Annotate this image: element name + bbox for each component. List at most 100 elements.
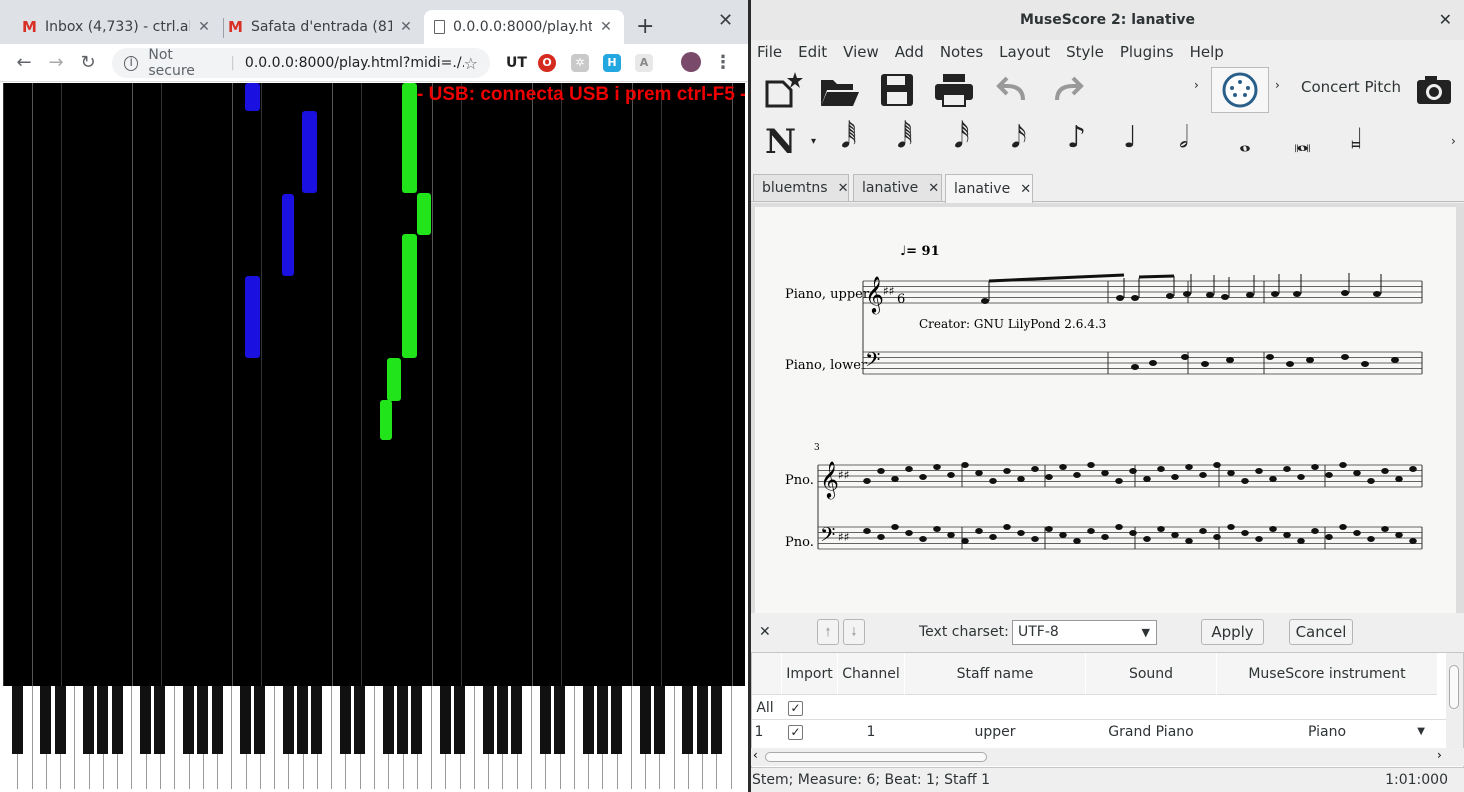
- score-notation[interactable]: ♩= 91 Piano, upper Piano, lower Creator:…: [755, 207, 1456, 613]
- notehead[interactable]: [891, 524, 899, 530]
- notehead[interactable]: [1116, 295, 1124, 301]
- black-key[interactable]: [154, 686, 166, 754]
- move-down-button[interactable]: 🠗: [843, 619, 865, 645]
- notehead[interactable]: [1185, 538, 1193, 544]
- notehead[interactable]: [1115, 524, 1123, 530]
- piano-keyboard[interactable]: [3, 686, 745, 789]
- notehead[interactable]: [1339, 462, 1347, 468]
- notation-glyph[interactable]: 𝄞: [820, 460, 839, 499]
- black-key[interactable]: [653, 686, 665, 754]
- menu-view[interactable]: View: [843, 43, 879, 61]
- notehead[interactable]: [1269, 476, 1277, 482]
- tab-play[interactable]: 0.0.0.0:8000/play.ht ✕: [424, 10, 624, 44]
- note-quarter-icon[interactable]: ♩: [1123, 120, 1137, 155]
- col-channel[interactable]: Channel: [838, 653, 904, 695]
- note-breve-icon[interactable]: 𝅜: [1294, 124, 1311, 159]
- notehead[interactable]: [947, 472, 955, 478]
- notehead[interactable]: [1271, 291, 1279, 297]
- print-icon[interactable]: [933, 72, 975, 108]
- notehead[interactable]: [891, 476, 899, 482]
- notehead[interactable]: [877, 534, 885, 540]
- address-bar[interactable]: i Not secure | 0.0.0.0:8000/play.html?mi…: [112, 47, 490, 79]
- menu-edit[interactable]: Edit: [798, 43, 827, 61]
- note-eighth-icon[interactable]: ♪: [1067, 120, 1086, 155]
- notehead[interactable]: [1293, 291, 1301, 297]
- notehead[interactable]: [1353, 470, 1361, 476]
- close-panel-icon[interactable]: ✕: [759, 624, 771, 640]
- notehead[interactable]: [1206, 292, 1214, 298]
- notehead[interactable]: [1339, 524, 1347, 530]
- notation-glyph[interactable]: 𝄢: [865, 348, 880, 376]
- extension-gear-icon[interactable]: ✲: [571, 54, 589, 72]
- notehead[interactable]: [1241, 530, 1249, 536]
- black-key[interactable]: [596, 686, 608, 754]
- notehead[interactable]: [989, 478, 997, 484]
- notehead[interactable]: [1181, 354, 1189, 360]
- menu-icon[interactable]: ⋮: [714, 54, 732, 72]
- piano-roll-canvas[interactable]: - USB: connecta USB i prem ctrl-F5 -: [3, 83, 745, 789]
- notehead[interactable]: [1373, 291, 1381, 297]
- new-score-icon[interactable]: [763, 70, 803, 110]
- notehead[interactable]: [1059, 532, 1067, 538]
- black-key[interactable]: [397, 686, 409, 754]
- notehead[interactable]: [1297, 474, 1305, 480]
- notehead[interactable]: [1157, 466, 1165, 472]
- black-key[interactable]: [482, 686, 494, 754]
- notehead[interactable]: [905, 530, 913, 536]
- notehead[interactable]: [1283, 532, 1291, 538]
- black-key[interactable]: [454, 686, 466, 754]
- menu-notes[interactable]: Notes: [940, 43, 983, 61]
- notehead[interactable]: [961, 462, 969, 468]
- forward-icon[interactable]: →: [40, 52, 72, 73]
- note-16th-icon[interactable]: 𝅘𝅥𝅯: [1011, 120, 1027, 155]
- notehead[interactable]: [1171, 532, 1179, 538]
- notehead[interactable]: [975, 470, 983, 476]
- notehead[interactable]: [933, 526, 941, 532]
- import-all-checkbox[interactable]: ✓: [788, 701, 803, 716]
- notehead[interactable]: [1361, 361, 1369, 367]
- extension-a-icon[interactable]: A: [635, 54, 653, 72]
- black-key[interactable]: [297, 686, 309, 754]
- col-staff-name[interactable]: Staff name: [905, 653, 1085, 695]
- close-icon[interactable]: ✕: [398, 19, 414, 35]
- notehead[interactable]: [1017, 530, 1025, 536]
- black-key[interactable]: [97, 686, 109, 754]
- notehead[interactable]: [1031, 466, 1039, 472]
- notation-glyph[interactable]: ♯♯: [838, 530, 850, 544]
- notation-glyph[interactable]: 6: [897, 292, 905, 307]
- notehead[interactable]: [1325, 472, 1333, 478]
- notehead[interactable]: [1045, 526, 1053, 532]
- notehead[interactable]: [1213, 534, 1221, 540]
- note-half-icon[interactable]: 𝅗𝅥: [1179, 120, 1189, 155]
- notehead[interactable]: [1325, 534, 1333, 540]
- notehead[interactable]: [1269, 526, 1277, 532]
- notation-glyph[interactable]: 𝄢: [820, 523, 835, 551]
- black-key[interactable]: [311, 686, 323, 754]
- note-64th-icon[interactable]: 𝅘𝅥𝅱: [897, 120, 913, 155]
- reload-icon[interactable]: ↻: [72, 52, 104, 73]
- notehead[interactable]: [1341, 290, 1349, 296]
- notehead[interactable]: [1073, 472, 1081, 478]
- notehead[interactable]: [1283, 466, 1291, 472]
- notehead[interactable]: [1286, 361, 1294, 367]
- notehead[interactable]: [1255, 468, 1263, 474]
- notehead[interactable]: [1241, 478, 1249, 484]
- instrument-cell[interactable]: Piano ▼: [1217, 720, 1437, 744]
- tab-lanative-1[interactable]: lanative ✕: [853, 174, 942, 201]
- redo-icon[interactable]: [1049, 74, 1087, 104]
- notehead[interactable]: [1395, 532, 1403, 538]
- notehead[interactable]: [1045, 474, 1053, 480]
- col-sound[interactable]: Sound: [1086, 653, 1216, 695]
- black-key[interactable]: [439, 686, 451, 754]
- menu-help[interactable]: Help: [1190, 43, 1224, 61]
- score-page[interactable]: ♩= 91 Piano, upper Piano, lower Creator:…: [755, 207, 1456, 613]
- notehead[interactable]: [1409, 466, 1417, 472]
- save-icon[interactable]: [879, 72, 915, 108]
- black-key[interactable]: [254, 686, 266, 754]
- tab-bluemtns[interactable]: bluemtns ✕: [753, 174, 849, 201]
- black-key[interactable]: [382, 686, 394, 754]
- notation-glyph[interactable]: ♯♯: [883, 284, 895, 298]
- notehead[interactable]: [1201, 361, 1209, 367]
- menu-style[interactable]: Style: [1066, 43, 1104, 61]
- notehead[interactable]: [1266, 354, 1274, 360]
